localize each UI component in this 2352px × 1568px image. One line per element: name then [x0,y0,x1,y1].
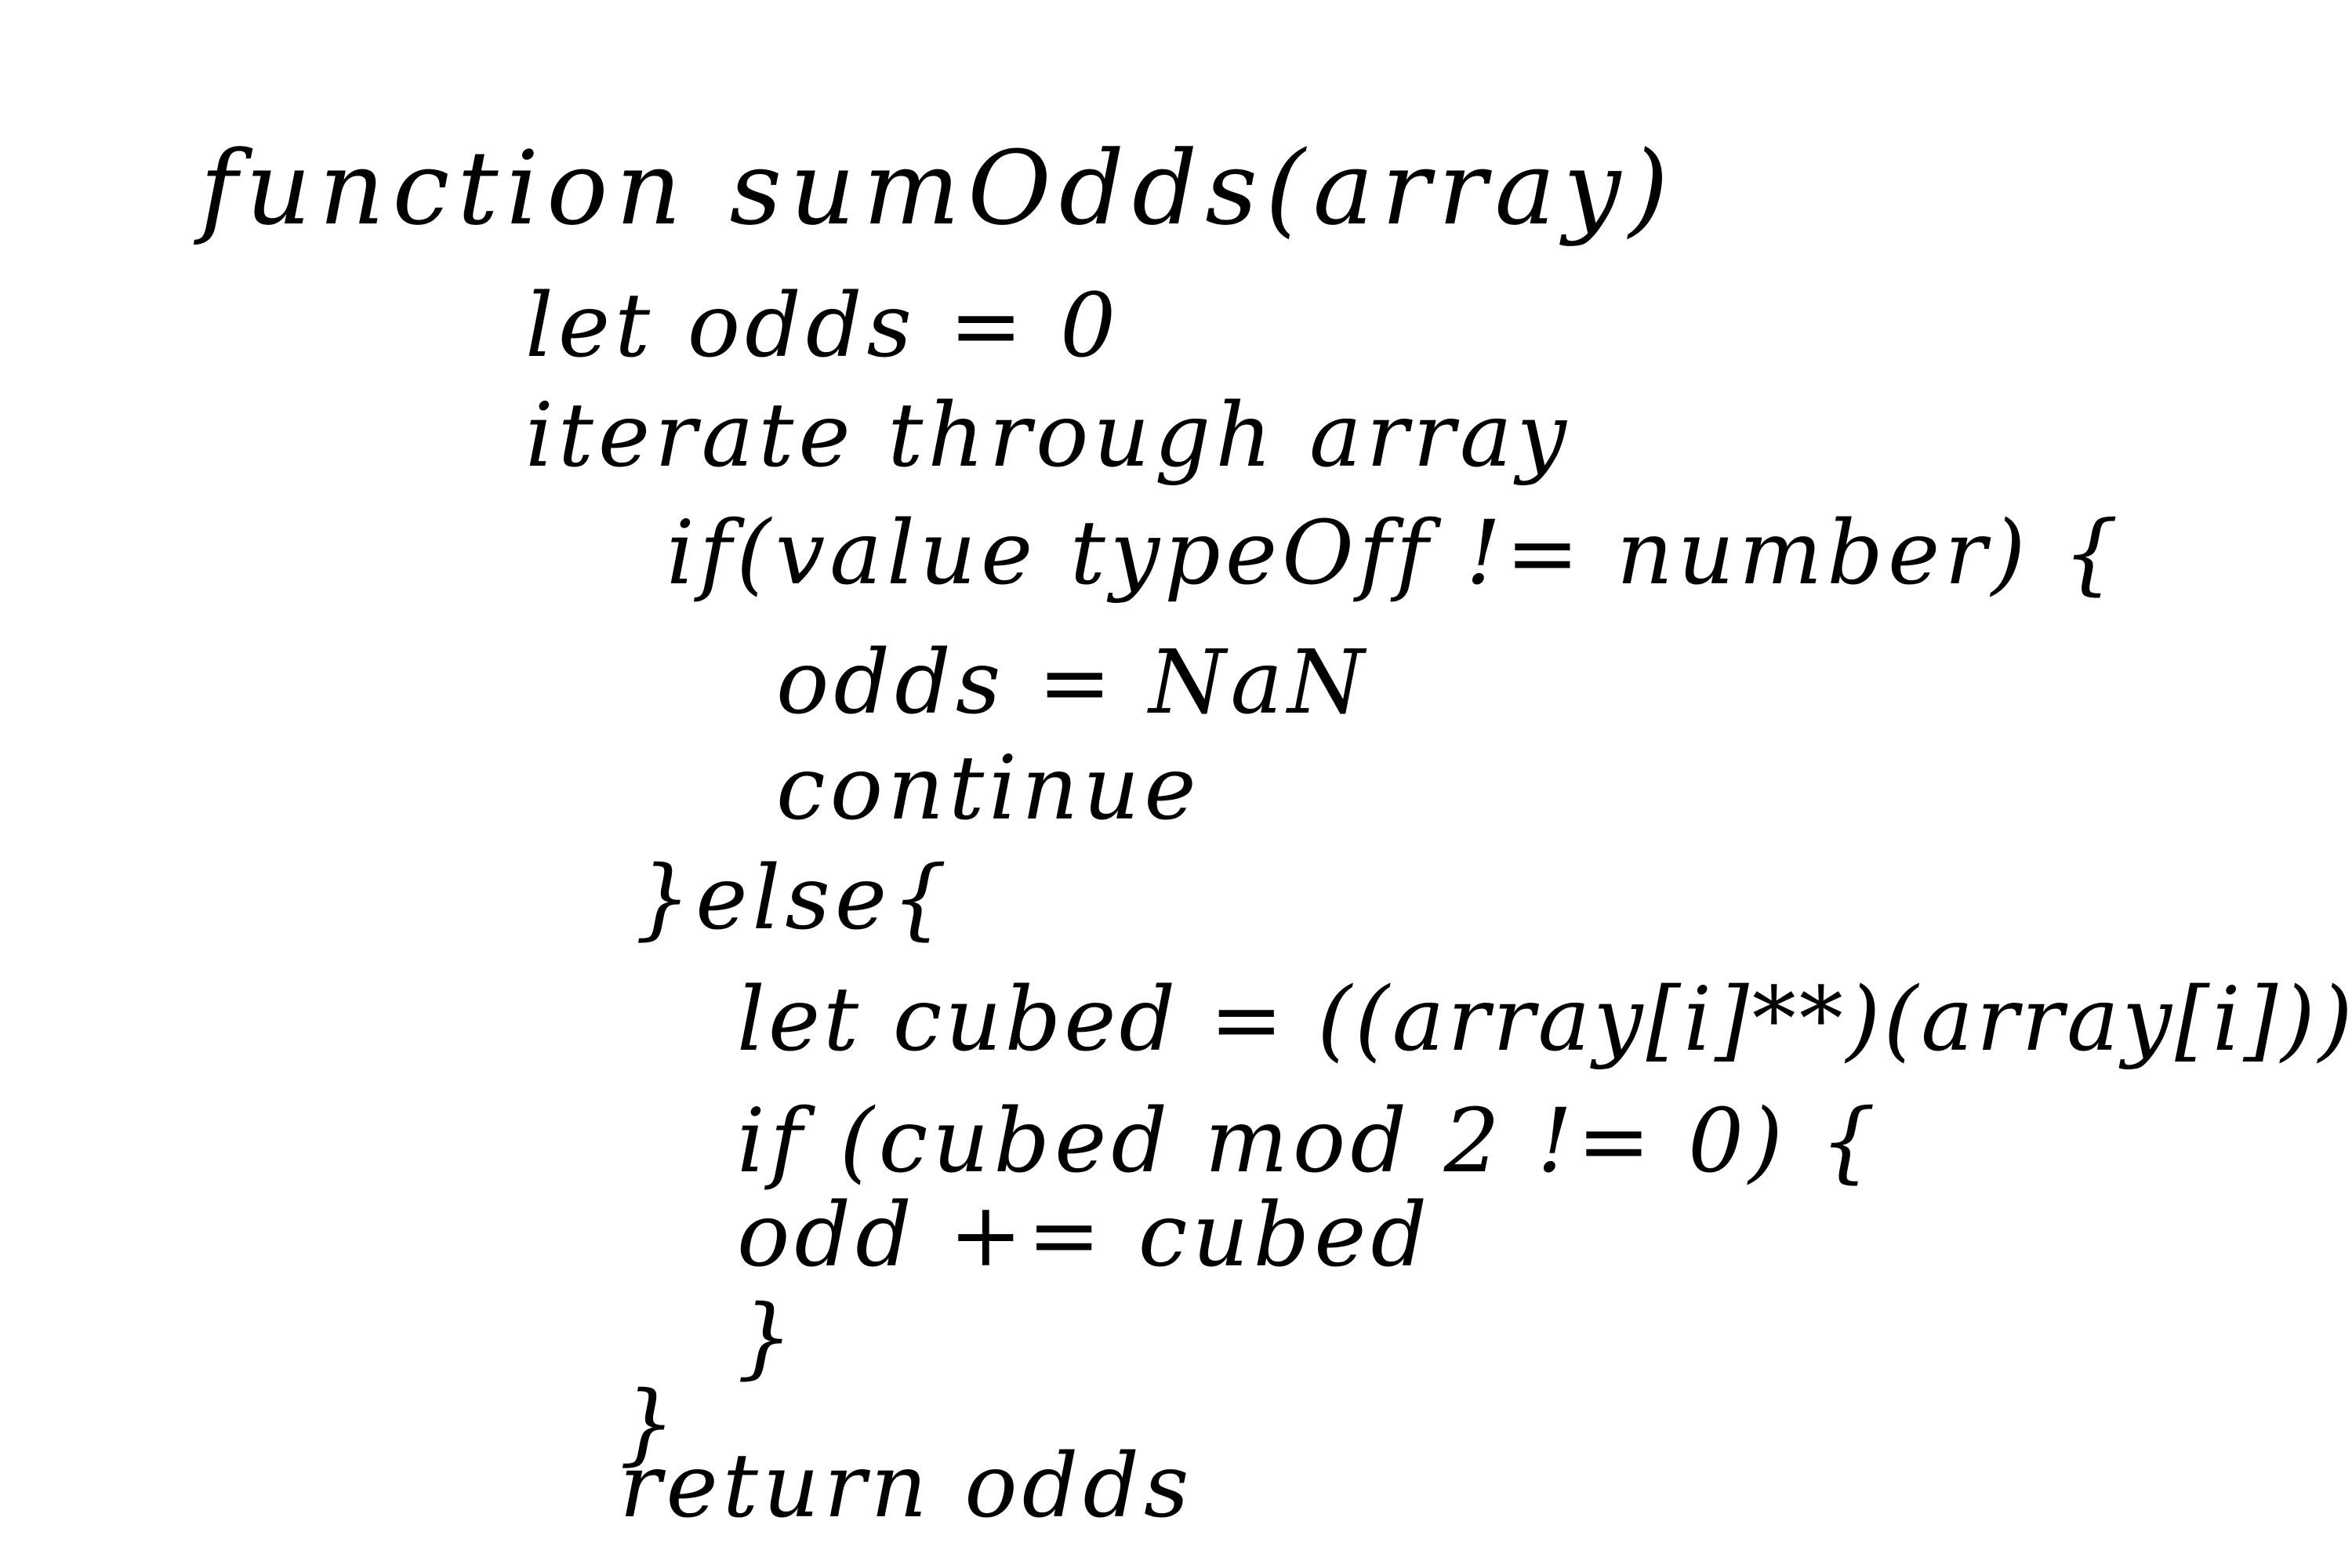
odd-check-condition: if (cubed mod 2 != 0) { [737,1091,1881,1192]
function-signature: function sumOdds(array) [200,129,1677,248]
type-check-condition: if(value typeOff != number) { [666,503,2124,604]
iterate-step: iterate through array [525,385,1571,487]
odd-accumulate: odd += cubed [737,1185,1432,1287]
cubed-declaration: let cubed = ((array[i]**)(array[i])) [737,969,2352,1071]
continue-statement: continue [776,738,1201,840]
whiteboard-canvas: function sumOdds(array) let odds = 0 ite… [0,0,2352,1568]
inner-closing-brace: } [737,1287,798,1388]
odds-nan-assignment: odds = NaN [776,632,1370,734]
return-statement: return odds [619,1436,1194,1537]
odds-declaration: let odds = 0 [525,275,1121,377]
else-branch: }else{ [635,848,953,949]
